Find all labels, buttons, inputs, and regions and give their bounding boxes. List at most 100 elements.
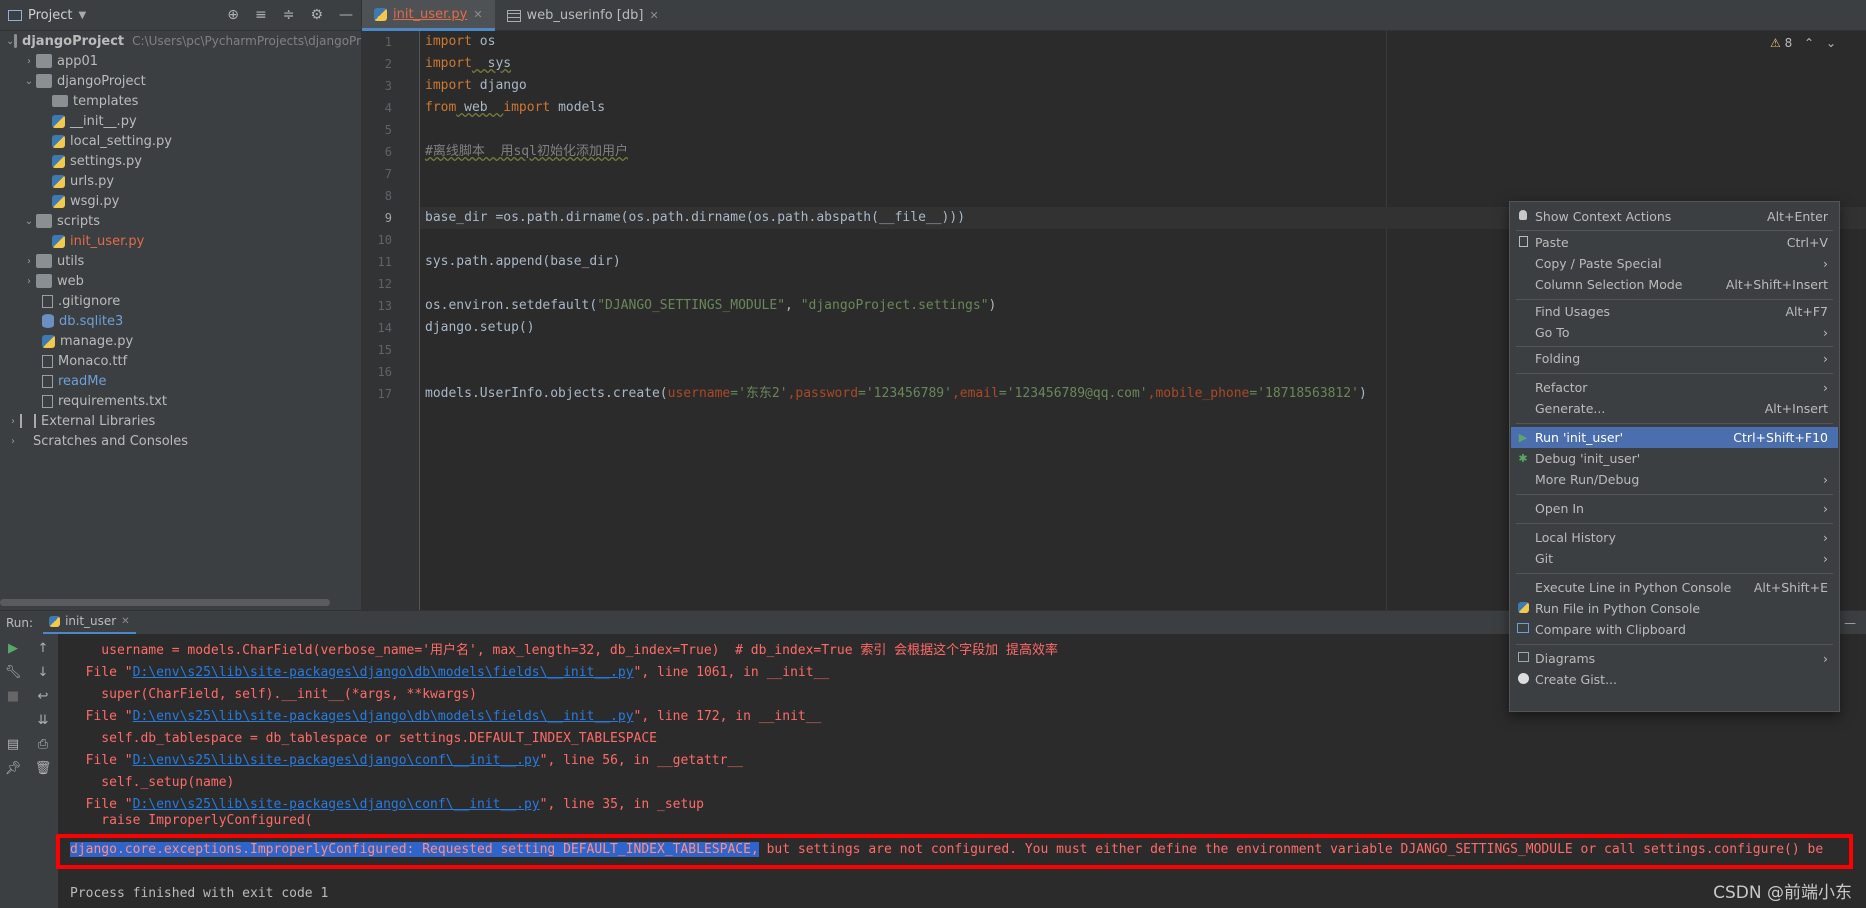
menu-item-diagrams[interactable]: Diagrams › (1511, 648, 1838, 669)
menu-item-label: More Run/Debug (1535, 472, 1640, 487)
tree-item-local-setting[interactable]: local_setting.py (0, 131, 361, 151)
tree-item-monaco[interactable]: Monaco.ttf (0, 351, 361, 371)
menu-item-label: Go To (1535, 325, 1570, 340)
tree-item-db-sqlite3[interactable]: db.sqlite3 (0, 311, 361, 331)
tree-item-djangoProject-root[interactable]: ⌄ djangoProject C:\Users\pc\PycharmProject… (0, 31, 361, 51)
chevron-right-icon[interactable]: › (22, 256, 36, 267)
menu-item-show-context-actions[interactable]: Show Context Actions Alt+Enter (1511, 206, 1838, 227)
project-title[interactable]: Project (28, 8, 72, 23)
tree-item-external-libraries[interactable]: › External Libraries (0, 411, 361, 431)
chevron-up-icon[interactable]: ⌃ (1804, 36, 1814, 50)
menu-item-refactor[interactable]: Refactor › (1511, 377, 1838, 398)
menu-item-open-in[interactable]: Open In › (1511, 498, 1838, 519)
chevron-right-icon[interactable]: › (22, 276, 36, 287)
collapse-all-icon[interactable]: ≑ (283, 7, 295, 23)
chevron-down-icon[interactable]: ⌄ (22, 216, 36, 227)
stop-icon[interactable]: ■ (4, 688, 22, 706)
chevron-down-icon[interactable]: ⌄ (1826, 36, 1836, 50)
menu-item-folding[interactable]: Folding › (1511, 348, 1838, 369)
menu-item-generate[interactable]: Generate... Alt+Insert (1511, 398, 1838, 419)
layout-icon[interactable]: ▤ (4, 736, 22, 754)
chevron-down-icon[interactable]: ⌄ (6, 36, 14, 47)
tree-item-settings[interactable]: settings.py (0, 151, 361, 171)
rerun-icon[interactable]: ▶ (4, 640, 22, 658)
folder-icon (36, 254, 52, 268)
menu-item-paste[interactable]: Paste Ctrl+V (1511, 232, 1838, 253)
menu-item-compare-clipboard[interactable]: Compare with Clipboard (1511, 619, 1838, 640)
locate-icon[interactable]: ⊕ (227, 7, 239, 23)
menu-item-run-init-user[interactable]: ▶ Run 'init_user' Ctrl+Shift+F10 (1511, 427, 1838, 448)
file-link[interactable]: D:\env\s25\lib\site-packages\django\conf… (133, 753, 540, 768)
menu-item-git[interactable]: Git › (1511, 548, 1838, 569)
menu-item-more-run-debug[interactable]: More Run/Debug › (1511, 469, 1838, 490)
menu-item-find-usages[interactable]: Find Usages Alt+F7 (1511, 301, 1838, 322)
file-link[interactable]: D:\env\s25\lib\site-packages\django\db\m… (133, 709, 634, 724)
tree-item-djangoProject[interactable]: ⌄ djangoProject (0, 71, 361, 91)
chevron-down-icon[interactable]: ⌄ (22, 76, 36, 87)
submenu-arrow-icon: › (1823, 380, 1828, 395)
tree-item-init-py[interactable]: __init__.py (0, 111, 361, 131)
expand-all-icon[interactable]: ≡ (255, 7, 267, 23)
chevron-right-icon[interactable]: › (6, 436, 20, 447)
tree-item-scripts[interactable]: ⌄ scripts (0, 211, 361, 231)
menu-item-column-selection[interactable]: Column Selection Mode Alt+Shift+Insert (1511, 274, 1838, 295)
submenu-arrow-icon: › (1823, 501, 1828, 516)
tree-item-scratches[interactable]: › Scratches and Consoles (0, 431, 361, 451)
tree-item-readme[interactable]: readMe (0, 371, 361, 391)
horizontal-scrollbar[interactable] (0, 599, 330, 606)
tree-item-urls[interactable]: urls.py (0, 171, 361, 191)
menu-item-local-history[interactable]: Local History › (1511, 527, 1838, 548)
code-param: username (667, 386, 731, 401)
inspection-widget[interactable]: ⚠ 8 ⌃ ⌄ (1770, 36, 1836, 50)
pin-icon[interactable]: 📌︎ (4, 760, 22, 778)
tab-init-user[interactable]: init_user.py ✕ (362, 0, 495, 31)
menu-item-label: Debug 'init_user' (1535, 451, 1641, 466)
chevron-right-icon[interactable]: › (22, 56, 36, 67)
gear-icon[interactable]: ⚙ (310, 7, 323, 23)
soft-wrap-icon[interactable]: ↩ (34, 688, 52, 706)
tree-item-web[interactable]: › web (0, 271, 361, 291)
menu-item-execute-line[interactable]: Execute Line in Python Console Alt+Shift+… (1511, 577, 1838, 598)
close-icon[interactable]: ✕ (473, 8, 482, 21)
close-icon[interactable]: ✕ (121, 616, 129, 627)
file-link[interactable]: D:\env\s25\lib\site-packages\django\conf… (133, 797, 540, 812)
print-icon[interactable]: ⎙ (34, 736, 52, 754)
scroll-to-end-icon[interactable]: ⇊ (34, 712, 52, 730)
warning-icon: ⚠ (1769, 36, 1781, 50)
tree-item-templates[interactable]: templates (0, 91, 361, 111)
tree-item-manage[interactable]: manage.py (0, 331, 361, 351)
tree-item-utils[interactable]: › utils (0, 251, 361, 271)
wrench-icon[interactable]: 🔧︎ (4, 664, 22, 682)
menu-item-copy-paste-special[interactable]: Copy / Paste Special › (1511, 253, 1838, 274)
submenu-arrow-icon: › (1823, 325, 1828, 340)
tree-item-app01[interactable]: › app01 (0, 51, 361, 71)
python-file-icon (374, 7, 387, 21)
tree-item-label: templates (73, 93, 139, 109)
menu-item-go-to[interactable]: Go To › (1511, 322, 1838, 343)
tree-item-label: .gitignore (58, 293, 121, 309)
folder-icon (36, 274, 52, 288)
code-line: import sys (425, 53, 511, 75)
menu-item-debug-init-user[interactable]: ✱ Debug 'init_user' (1511, 448, 1838, 469)
trash-icon[interactable]: 🗑︎ (34, 760, 52, 778)
menu-item-create-gist[interactable]: Create Gist... (1511, 669, 1838, 690)
arrow-down-icon[interactable]: ↓ (34, 664, 52, 682)
code-token: base_dir =os.path.dirname(os.path.dirnam… (425, 210, 966, 225)
caret-down-icon[interactable]: ▼ (78, 10, 86, 21)
tree-item-init-user[interactable]: init_user.py (0, 231, 361, 251)
code-line: import os (425, 31, 495, 53)
tree-item-requirements[interactable]: requirements.txt (0, 391, 361, 411)
tree-item-gitignore[interactable]: .gitignore (0, 291, 361, 311)
run-tab-init-user[interactable]: init_user ✕ (43, 611, 136, 635)
tab-web-userinfo[interactable]: web_userinfo [db] ✕ (495, 0, 671, 31)
menu-item-label: Run 'init_user' (1535, 430, 1624, 445)
chevron-right-icon[interactable]: › (6, 416, 20, 427)
close-icon[interactable]: ✕ (649, 9, 658, 22)
tree-item-wsgi[interactable]: wsgi.py (0, 191, 361, 211)
file-link[interactable]: D:\env\s25\lib\site-packages\django\db\m… (133, 665, 634, 680)
menu-item-run-file-console[interactable]: Run File in Python Console (1511, 598, 1838, 619)
hide-icon[interactable]: — (339, 7, 353, 23)
arrow-up-icon[interactable]: ↑ (34, 640, 52, 658)
hide-icon[interactable]: — (1844, 616, 1856, 630)
console-line: File "D:\env\s25\lib\site-packages\djang… (70, 750, 743, 772)
